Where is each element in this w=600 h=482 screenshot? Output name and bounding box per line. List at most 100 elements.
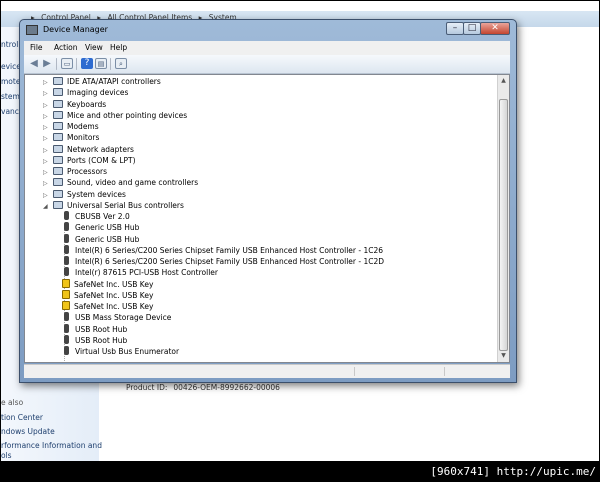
usb-icon [64,256,69,265]
usb-icon [64,222,69,232]
port-icon [53,155,63,164]
tree-category[interactable]: ◢ Universal Serial Bus controllers [43,200,184,211]
see-also-heading: e also [1,398,24,407]
nav-link-performance-info[interactable]: rformance Information and [1,441,102,450]
device-tree[interactable]: ▷ IDE ATA/ATAPI controllers ▷ Imaging devic… [24,74,510,363]
tree-device[interactable]: USB Root Hub [59,323,128,335]
sound-icon [53,178,63,187]
tree-item-label: Keyboards [67,99,107,109]
tree-device[interactable]: Generic USB Hub [59,233,140,245]
nav-link-performance-tools[interactable]: ols [1,451,12,460]
device-manager-icon [26,25,38,35]
menu-action[interactable]: Action [54,43,78,52]
minimize-button[interactable]: – [446,22,464,35]
tree-item-label: Intel(r) 87615 PCI-USB Host Controller [75,268,218,278]
tree-item-label: CBUSB Ver 2.0 [75,212,130,221]
usb-icon [64,244,69,254]
menu-help[interactable]: Help [110,43,127,52]
modem-icon [53,122,63,130]
tree-item-label: Generic USB Hub [75,234,140,244]
menu-bar: File Action View Help [24,41,510,55]
tree-device[interactable]: SafeNet Inc. USB Key [59,289,153,301]
tree-device[interactable]: SafeNet Inc. USB Key [59,301,153,312]
tree-device[interactable]: Generic USB Hub [59,222,139,233]
nav-link-windows-update[interactable]: ndows Update [1,427,55,436]
scroll-up-icon[interactable]: ▲ [499,76,508,86]
mouse-icon [53,110,63,119]
toolbar-separator [56,58,57,70]
vertical-scrollbar[interactable]: ▲ ▼ [497,75,509,362]
watermark: [960x741] http://upic.me/ [430,465,596,478]
tree-item-label: Intel(R) 6 Series/C200 Series Chipset Fa… [75,245,384,255]
tree-device[interactable]: Virtual Usb Bus Enumerator [59,346,179,357]
tree-item-label: IDE ATA/ATAPI controllers [67,77,161,86]
help-icon[interactable]: ? [81,58,93,69]
nav-link-action-center[interactable]: tion Center [1,413,43,422]
scroll-down-icon[interactable]: ▼ [499,351,508,361]
tree-category[interactable]: ▷ Sound, video and game controllers [43,177,198,188]
nav-link-remote-settings[interactable]: mote [1,77,20,86]
back-icon[interactable]: ◀ [28,58,40,69]
scroll-thumb[interactable] [499,99,508,351]
usb-icon [64,211,69,220]
tree-device[interactable]: USB Mass Storage Device [59,312,171,323]
tree-category[interactable]: ▷ Processors [43,166,107,177]
device-manager-window: Device Manager – □ ✕ File Action View He… [19,19,517,383]
tree-category[interactable]: ▷ System devices [43,189,126,200]
tree-item-label: USB Root Hub [75,335,128,345]
product-id: Product ID: 00426-OEM-8992662-00006 [126,383,286,392]
maximize-button[interactable]: □ [463,22,481,35]
status-segment [354,367,355,376]
tree-device[interactable]: Intel(r) 87615 PCI-USB Host Controller [59,267,218,278]
usb-icon [64,233,69,243]
tree-category[interactable]: ▷ Network adapters [43,144,134,155]
tree-device[interactable]: Intel(R) 6 Series/C200 Series Chipset Fa… [59,256,384,267]
warning-icon [62,278,70,288]
tree-device[interactable]: USB Root Hub [59,334,128,346]
tree-item-label: Network adapters [67,144,134,154]
tree-item-label: Generic USB Hub [75,223,140,233]
usb-icon [53,200,63,209]
tree-device[interactable]: CBUSB Ver 2.0 [59,211,130,222]
tree-category[interactable]: ▷ Modems [43,121,99,132]
nav-link-system-protection[interactable]: stem [1,92,20,101]
scan-hardware-icon[interactable]: ⌕ [115,58,127,69]
menu-view[interactable]: View [85,43,103,52]
tree-device[interactable]: Intel(R) 6 Series/C200 Series Chipset Fa… [59,244,384,256]
tree-device[interactable]: SafeNet Inc. USB Key [59,278,154,290]
tree-category[interactable]: ▷ Keyboards [43,99,106,110]
tree-category[interactable]: ▷ Imaging devices [43,87,128,98]
warning-icon [62,301,70,310]
window-title: Device Manager [43,25,108,34]
tree-item-label: SafeNet Inc. USB Key [74,302,154,311]
toolbar: ◀ ▶ ▭ ? ▤ ⌕ [24,55,510,74]
tree-item-label: USB Root Hub [75,324,128,334]
tree-item-label: Virtual Usb Bus Enumerator [75,347,180,356]
network-icon [53,144,63,153]
tree-item-label: Processors [67,167,108,176]
tree-category[interactable]: ▷ Mice and other pointing devices [43,110,187,121]
processor-icon [53,167,63,175]
forward-icon[interactable]: ▶ [41,58,53,69]
nav-link-control-panel-home[interactable]: ntrol [1,40,18,49]
tree-category[interactable]: ▷ Monitors [43,132,99,143]
expanded-arrow-icon[interactable]: ◢ [43,201,50,212]
toolbar-separator [76,58,77,70]
tree-category[interactable]: ▷ Ports (COM & LPT) [43,155,136,166]
usb-icon [64,323,69,333]
usb-icon [64,312,69,322]
tree-item-label: System devices [67,189,126,199]
close-button[interactable]: ✕ [480,22,510,35]
tree-category[interactable]: ▷ IDE ATA/ATAPI controllers [43,76,161,87]
title-bar[interactable]: Device Manager – □ ✕ [20,20,516,40]
tree-item-label: Ports (COM & LPT) [67,155,136,165]
warning-icon [62,289,70,299]
tree-item-label: Intel(R) 6 Series/C200 Series Chipset Fa… [75,257,385,266]
tree-item-label: Mice and other pointing devices [67,110,188,120]
show-hide-console-tree-icon[interactable]: ▭ [61,58,73,69]
tree-item-label: SafeNet Inc. USB Key [74,279,154,289]
menu-file[interactable]: File [30,43,43,52]
tree-item-label: Universal Serial Bus controllers [67,200,184,210]
toolbar-separator [110,58,111,70]
properties-icon[interactable]: ▤ [95,58,107,69]
